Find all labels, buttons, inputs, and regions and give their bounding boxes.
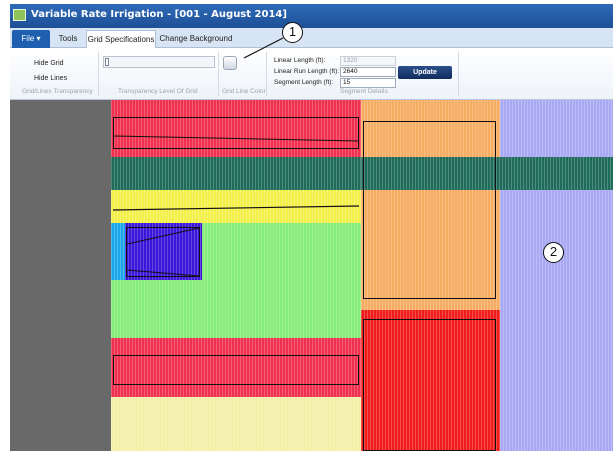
tab-file-label: File bbox=[21, 34, 35, 43]
irrigation-grid-map[interactable]: 2 bbox=[10, 100, 613, 451]
tab-change-background[interactable]: Change Background bbox=[156, 30, 236, 48]
grid-line-color-picker[interactable] bbox=[223, 56, 237, 70]
group-label-grid-line-color: Grid Line Color bbox=[222, 88, 266, 95]
group-separator bbox=[98, 52, 99, 96]
group-label-transparency-level: Transparency Level Of Grid bbox=[118, 88, 198, 95]
linear-run-length-label: Linear Run Length (ft): bbox=[274, 68, 340, 75]
app-icon bbox=[13, 9, 26, 21]
ribbon-panel: Hide Grid Hide Lines Grid/Lines Transpar… bbox=[10, 48, 613, 100]
segment-length-label: Segment Length (ft): bbox=[274, 79, 334, 86]
update-button[interactable]: Update bbox=[398, 66, 452, 79]
window-title: Variable Rate Irrigation - [001 - August… bbox=[31, 9, 287, 20]
hide-lines-button[interactable]: Hide Lines bbox=[34, 75, 67, 82]
application-window: Variable Rate Irrigation - [001 - August… bbox=[10, 4, 613, 451]
group-separator bbox=[218, 52, 219, 96]
tab-file[interactable]: File ▾ bbox=[12, 30, 50, 48]
title-bar: Variable Rate Irrigation - [001 - August… bbox=[10, 4, 613, 28]
linear-run-length-field[interactable]: 2640 bbox=[340, 67, 396, 77]
linear-length-field: 1320 bbox=[340, 56, 396, 66]
group-separator bbox=[458, 52, 459, 96]
group-label-grid-lines-transparency: Grid/Lines Transparency bbox=[22, 88, 93, 95]
boundary-lines bbox=[112, 135, 360, 277]
transparency-slider[interactable] bbox=[103, 56, 215, 68]
linear-length-label: Linear Length (ft): bbox=[274, 57, 326, 64]
segment-length-field[interactable]: 15 bbox=[340, 78, 396, 88]
hide-grid-button[interactable]: Hide Grid bbox=[34, 60, 64, 67]
chevron-down-icon: ▾ bbox=[36, 34, 41, 43]
callout-1: 1 bbox=[282, 22, 303, 43]
callout-2: 2 bbox=[543, 242, 564, 263]
group-separator bbox=[266, 52, 267, 96]
group-label-segment-details: Segment Details bbox=[340, 88, 388, 95]
ribbon-tab-bar: File ▾ Tools Grid Specifications Change … bbox=[10, 28, 613, 48]
tab-grid-specifications[interactable]: Grid Specifications bbox=[86, 30, 156, 48]
tab-tools[interactable]: Tools bbox=[50, 30, 86, 48]
slider-thumb[interactable] bbox=[105, 58, 109, 66]
